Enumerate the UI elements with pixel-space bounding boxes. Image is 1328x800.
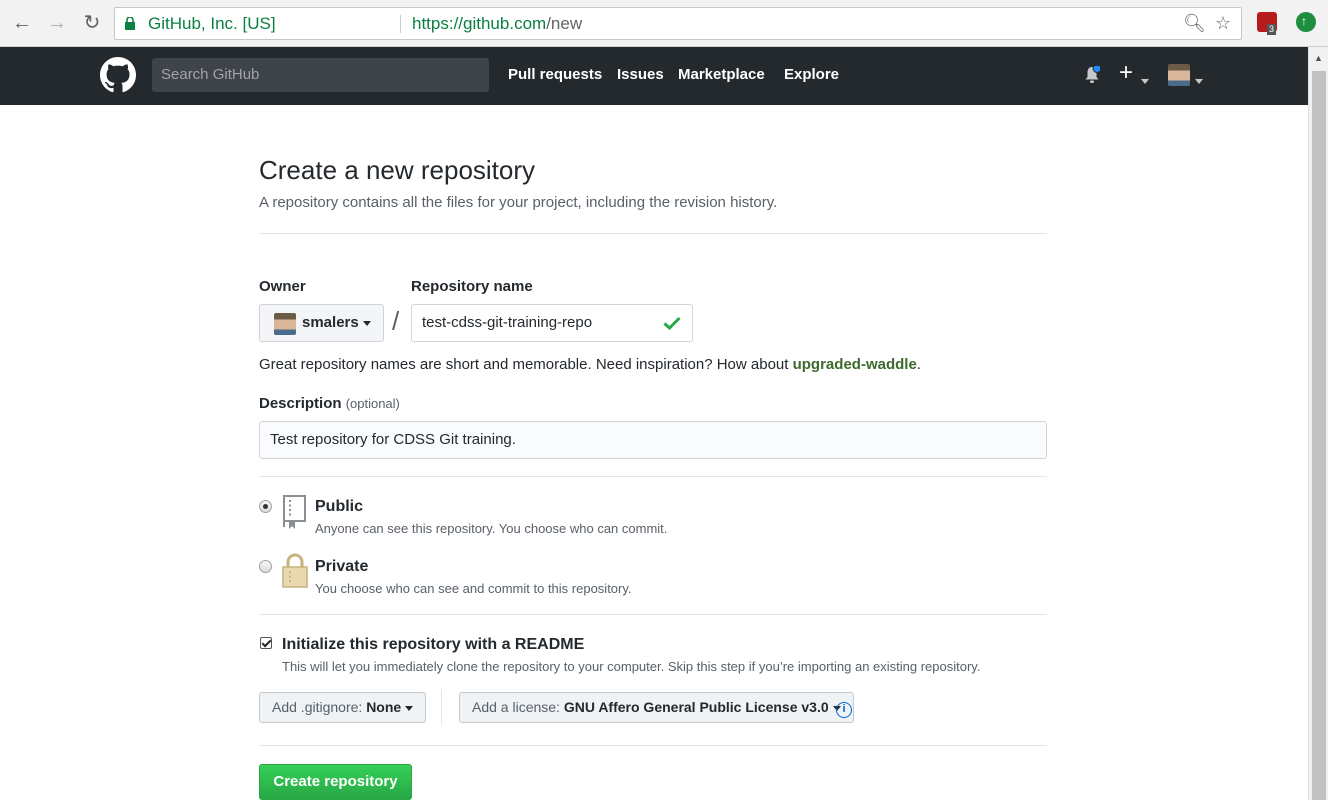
avatar-dropdown-caret-icon[interactable] bbox=[1195, 73, 1203, 91]
user-avatar[interactable] bbox=[1168, 64, 1190, 86]
browser-toolbar: ← → ↻ GitHub, Inc. [US] https://github.c… bbox=[0, 0, 1328, 47]
public-title[interactable]: Public bbox=[315, 498, 363, 516]
ublock-extension-icon[interactable]: 3 bbox=[1257, 12, 1277, 35]
notification-bell-icon[interactable] bbox=[1084, 66, 1100, 84]
owner-name: smalers bbox=[302, 314, 359, 331]
scroll-thumb[interactable] bbox=[1312, 71, 1326, 800]
readme-label[interactable]: Initialize this repository with a README bbox=[282, 636, 584, 654]
scroll-up-arrow-icon[interactable]: ▲ bbox=[1314, 53, 1323, 63]
plus-icon[interactable]: + bbox=[1119, 59, 1133, 87]
page-title: Create a new repository bbox=[259, 155, 536, 185]
description-label-text: Description bbox=[259, 395, 342, 412]
site-identity: GitHub, Inc. [US] bbox=[148, 14, 276, 33]
search-input[interactable]: Search GitHub bbox=[152, 58, 489, 92]
repository-name-input[interactable]: test-cdss-git-training-repo bbox=[411, 304, 693, 342]
lock-icon bbox=[282, 553, 308, 588]
omnibox-separator bbox=[400, 15, 401, 33]
public-radio[interactable] bbox=[259, 500, 272, 513]
description-label: Description (optional) bbox=[259, 395, 400, 412]
readme-checkbox[interactable] bbox=[260, 637, 272, 649]
repo-name-hint: Great repository names are short and mem… bbox=[259, 356, 921, 373]
back-arrow-icon[interactable]: ← bbox=[9, 10, 35, 36]
repo-book-icon bbox=[283, 495, 306, 529]
github-header: Search GitHub Pull requests Issues Marke… bbox=[0, 47, 1308, 105]
divider bbox=[259, 233, 1047, 234]
url-host: https://github.com bbox=[412, 14, 547, 33]
description-input[interactable]: Test repository for CDSS Git training. bbox=[259, 421, 1047, 459]
private-title[interactable]: Private bbox=[315, 558, 368, 576]
gitignore-prefix: Add .gitignore: bbox=[272, 699, 363, 715]
forward-arrow-icon[interactable]: → bbox=[44, 10, 70, 36]
zoom-icon[interactable]: 🔍︎ bbox=[1183, 8, 1206, 39]
lock-icon bbox=[125, 17, 135, 30]
nav-issues[interactable]: Issues bbox=[617, 66, 664, 83]
gitignore-value: None bbox=[366, 699, 402, 715]
url-text: https://github.com/new bbox=[412, 8, 582, 39]
optional-hint: (optional) bbox=[345, 396, 400, 411]
license-value: GNU Affero General Public License v3.0 bbox=[563, 699, 829, 715]
name-suggestion-link[interactable]: upgraded-waddle bbox=[793, 356, 917, 373]
owner-select[interactable]: smalers bbox=[259, 304, 384, 342]
divider bbox=[259, 614, 1047, 615]
chevron-down-icon bbox=[405, 705, 414, 711]
create-repository-button[interactable]: Create repository bbox=[259, 764, 412, 800]
divider bbox=[259, 745, 1047, 746]
readme-description: This will let you immediately clone the … bbox=[282, 659, 981, 674]
divider bbox=[259, 476, 1047, 477]
extension-upload-icon[interactable]: ↑ bbox=[1296, 12, 1316, 32]
owner-label: Owner bbox=[259, 278, 306, 295]
hint-suffix: . bbox=[916, 356, 921, 373]
reload-icon[interactable]: ↻ bbox=[79, 10, 105, 36]
github-logo-icon[interactable] bbox=[100, 57, 136, 93]
gitignore-select[interactable]: Add .gitignore: None bbox=[259, 692, 427, 723]
info-icon[interactable]: i bbox=[836, 702, 852, 718]
owner-value: smalers bbox=[302, 314, 371, 331]
nav-pull-requests[interactable]: Pull requests bbox=[508, 66, 602, 83]
license-select[interactable]: Add a license: GNU Affero General Public… bbox=[459, 692, 854, 723]
address-bar[interactable]: GitHub, Inc. [US] https://github.com/new… bbox=[114, 7, 1242, 40]
chevron-down-icon bbox=[362, 320, 371, 326]
hint-text: Great repository names are short and mem… bbox=[259, 356, 793, 373]
nav-marketplace[interactable]: Marketplace bbox=[678, 66, 765, 83]
private-description: You choose who can see and commit to thi… bbox=[315, 581, 632, 596]
extension-badge: 3 bbox=[1267, 24, 1277, 35]
url-path: /new bbox=[546, 14, 583, 33]
vertical-scrollbar[interactable]: ▲ bbox=[1308, 47, 1328, 800]
repo-name-label: Repository name bbox=[411, 278, 533, 295]
owner-avatar bbox=[274, 313, 296, 335]
nav-explore[interactable]: Explore bbox=[784, 66, 839, 83]
license-prefix: Add a license: bbox=[472, 699, 560, 715]
arrow-up-icon: ↑ bbox=[1301, 14, 1307, 28]
checkmark-icon bbox=[663, 316, 681, 330]
public-description: Anyone can see this repository. You choo… bbox=[315, 521, 668, 536]
page-subtitle: A repository contains all the files for … bbox=[259, 194, 778, 211]
bookmark-star-icon[interactable]: ☆ bbox=[1215, 8, 1231, 39]
select-divider bbox=[441, 689, 442, 725]
plus-dropdown-caret-icon[interactable] bbox=[1141, 73, 1149, 91]
private-radio[interactable] bbox=[259, 560, 272, 573]
owner-repo-separator: / bbox=[392, 306, 400, 336]
